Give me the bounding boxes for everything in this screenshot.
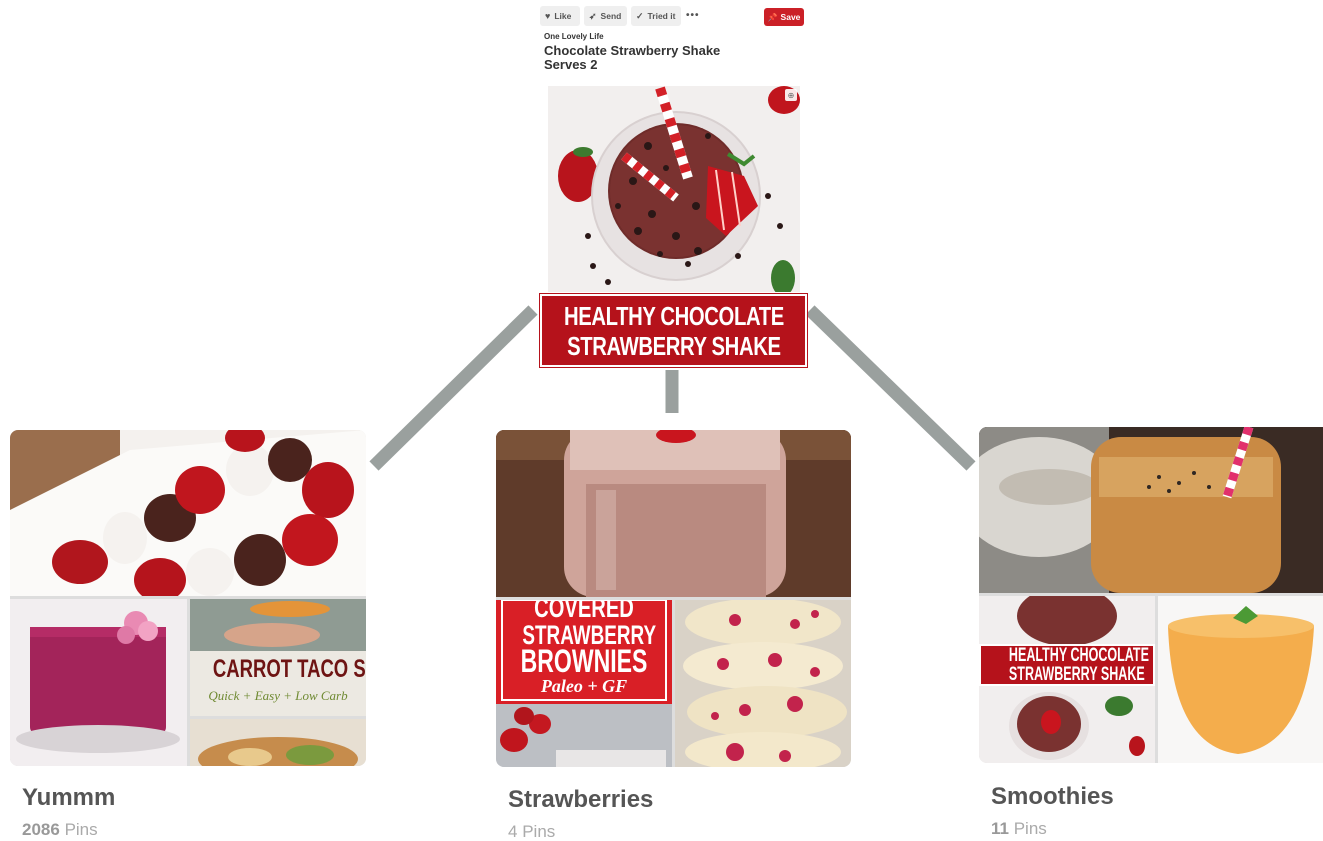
pin-icon: 📌 (767, 12, 778, 22)
pin-count-label: Pins (522, 822, 556, 841)
collage-tile-shake: HEALTHY CHOCOLATE STRAWBERRY SHAKE (979, 596, 1155, 763)
food-photo (190, 719, 366, 766)
kebab-photo (10, 430, 366, 596)
chia-smoothie-photo (979, 427, 1323, 593)
like-label: Like (554, 11, 572, 21)
more-icon[interactable]: ••• (686, 10, 700, 21)
mango-smoothie-photo (1158, 596, 1323, 763)
cake-photo (10, 599, 187, 766)
brownies-line1: COVERED (534, 600, 634, 623)
pin-count-value: 2086 (22, 820, 60, 839)
pin-count-label: Pins (1013, 819, 1047, 838)
check-icon: ✓ (636, 10, 644, 21)
pin-title-line2: Serves 2 (544, 57, 598, 72)
board-name[interactable]: Smoothies (991, 783, 1114, 811)
pin-count-label: Pins (64, 820, 98, 839)
shake-banner-line1: HEALTHY CHOCOLATE (1008, 645, 1149, 666)
collage-tile-brownies: COVERED STRAWBERRY BROWNIES Paleo + GF (496, 600, 672, 767)
collage-tile-main (496, 430, 851, 597)
board-pin-count: 4 Pins (508, 822, 555, 841)
pin-count-value: 11 (991, 819, 1009, 838)
zoom-icon[interactable]: ⊕ (785, 89, 797, 101)
save-button[interactable]: 📌 Save (764, 8, 804, 26)
shake-photo (548, 86, 800, 292)
collage-tile-mango (1158, 596, 1323, 763)
board-name[interactable]: Yummm (22, 784, 115, 812)
board-pin-count: 11 Pins (991, 819, 1047, 839)
pin-title-line1: Chocolate Strawberry Shake (544, 43, 721, 58)
pin-banner: HEALTHY CHOCOLATE STRAWBERRY SHAKE (540, 294, 807, 367)
brownies-line4: Paleo + GF (540, 676, 628, 696)
send-label: Send (600, 11, 622, 21)
save-label: Save (780, 12, 801, 22)
collage-tile-cookies (675, 600, 851, 767)
jar-shake-photo (496, 430, 851, 597)
board-pin-count: 2086 Pins (22, 820, 98, 840)
collage-tile-main (979, 427, 1323, 593)
pin-banner-line2: STRAWBERRY SHAKE (566, 330, 781, 361)
shake-banner-line2: STRAWBERRY SHAKE (1008, 664, 1145, 685)
board-collage[interactable]: HEALTHY CHOCOLATE STRAWBERRY SHAKE (979, 427, 1323, 763)
tried-it-label: Tried it (647, 11, 676, 21)
board-yummm[interactable]: CARROT TACO SHELL Quick + Easy + Low Car… (10, 430, 366, 841)
brownies-line3: BROWNIES (520, 643, 648, 679)
pin-action-bar: ♥ Like ➶ Send ✓ Tried it ••• 📌 Save (540, 6, 804, 26)
collage-tile-cake (10, 599, 187, 766)
pin-image[interactable]: ⊕ (548, 86, 800, 292)
board-name[interactable]: Strawberries (508, 786, 653, 814)
send-button[interactable]: ➶ Send (584, 6, 627, 26)
heart-icon: ♥ (545, 11, 551, 21)
pin-banner-line1: HEALTHY CHOCOLATE (563, 300, 784, 331)
pin-source[interactable]: One Lovely Life (544, 32, 604, 41)
board-collage[interactable]: CARROT TACO SHELL Quick + Easy + Low Car… (10, 430, 366, 766)
board-smoothies[interactable]: HEALTHY CHOCOLATE STRAWBERRY SHAKE Smoot… (979, 427, 1323, 841)
collage-tile-food (190, 719, 366, 766)
collage-tile-taco: CARROT TACO SHELL Quick + Easy + Low Car… (190, 599, 366, 716)
taco-subtitle: Quick + Easy + Low Carb (208, 688, 348, 703)
board-strawberries[interactable]: COVERED STRAWBERRY BROWNIES Paleo + GF S… (496, 430, 851, 841)
pin-count-value: 4 (508, 822, 518, 841)
collage-tile-main (10, 430, 366, 596)
board-collage[interactable]: COVERED STRAWBERRY BROWNIES Paleo + GF (496, 430, 851, 767)
send-icon: ➶ (589, 10, 597, 21)
pin-title: Chocolate Strawberry Shake Serves 2 (544, 44, 774, 72)
like-button[interactable]: ♥ Like (540, 6, 580, 26)
taco-title: CARROT TACO SHELL (212, 655, 366, 683)
tried-it-button[interactable]: ✓ Tried it (631, 6, 681, 26)
cookies-photo (675, 600, 851, 767)
